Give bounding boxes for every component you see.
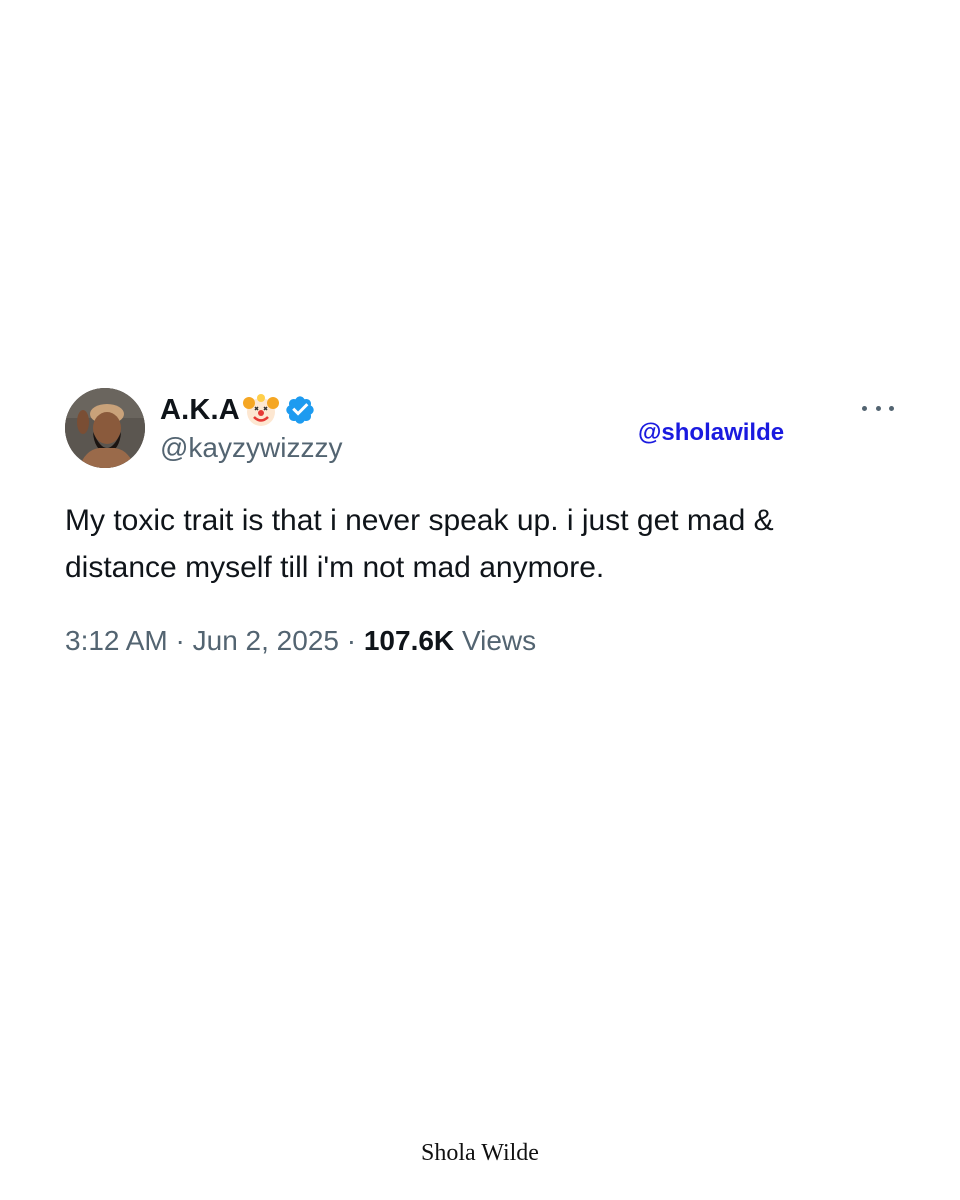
more-horizontal-icon	[862, 405, 867, 411]
more-dot	[875, 405, 881, 411]
watermark-handle: @sholawilde	[638, 419, 785, 446]
tweet-date[interactable]: Jun 2, 2025	[193, 625, 339, 656]
views-count[interactable]: 107.6K	[364, 625, 454, 656]
clown-face-icon	[242, 391, 280, 429]
tweet-screenshot: A.K.A @kayzywizzzy @sholawilde My toxic …	[0, 0, 960, 1200]
author-name-row[interactable]: A.K.A	[160, 390, 316, 430]
meta-separator: ·	[175, 625, 185, 656]
display-name[interactable]: A.K.A	[160, 394, 240, 427]
avatar[interactable]	[65, 388, 145, 468]
signature: Shola Wilde	[421, 1140, 539, 1166]
meta-separator: ·	[346, 625, 357, 656]
tweet-meta: 3:12 AM · Jun 2, 2025 · 107.6K Views	[65, 625, 536, 657]
tweet-time[interactable]: 3:12 AM	[65, 625, 168, 656]
tweet-text-line: My toxic trait is that i never speak up.…	[65, 504, 774, 537]
tweet-text-line: distance myself till i'm not mad anymore…	[65, 551, 605, 584]
more-options-button[interactable]	[862, 396, 894, 420]
tweet-text: My toxic trait is that i never speak up.…	[65, 497, 905, 591]
views-label[interactable]: Views	[462, 625, 536, 656]
more-dot	[889, 405, 894, 411]
author-handle[interactable]: @kayzywizzzy	[160, 432, 342, 464]
verified-badge-icon	[284, 394, 316, 426]
